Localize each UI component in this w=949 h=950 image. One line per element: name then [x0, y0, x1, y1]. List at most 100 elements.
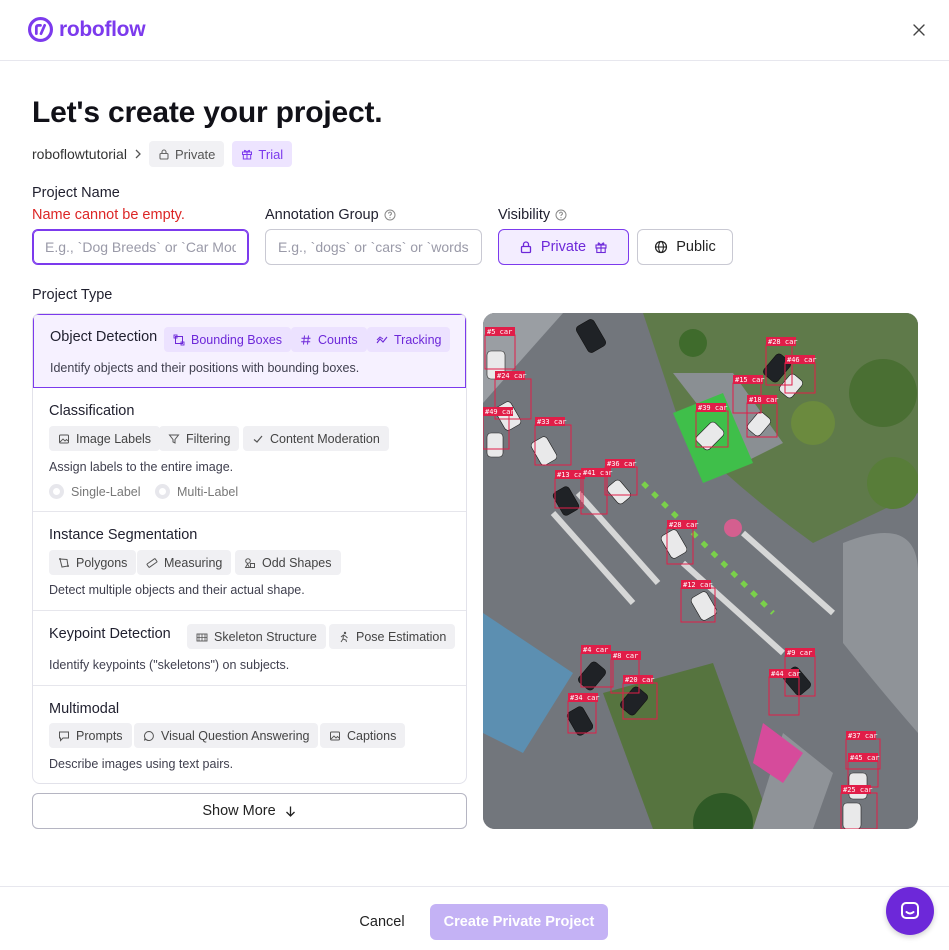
detection-label: #34 car: [570, 694, 600, 702]
tag-label: Filtering: [186, 431, 231, 446]
tag-label: Visual Question Answering: [161, 728, 310, 743]
polygon-icon: [59, 557, 69, 568]
running-person-icon: [340, 631, 348, 642]
aerial-intersection-image: #5 car#24 car#49 car#33 car#13 car#41 ca…: [483, 313, 918, 829]
workspace-link[interactable]: roboflowtutorial: [32, 146, 127, 162]
tag-counts: Counts: [291, 327, 367, 352]
project-type-name: Keypoint Detection: [49, 626, 171, 642]
radio-label: Single-Label: [71, 484, 141, 499]
detection-label: #18 car: [749, 396, 779, 404]
project-type-instance-segmentation[interactable]: Instance Segmentation Polygons Measuring…: [33, 512, 466, 611]
annotation-group-input[interactable]: [265, 229, 482, 265]
project-name-error: Name cannot be empty.: [32, 207, 185, 223]
tag-image-labels: Image Labels: [49, 426, 161, 451]
create-project-button[interactable]: Create Private Project: [430, 904, 608, 940]
project-type-keypoint-detection[interactable]: Keypoint Detection Skeleton Structure Po…: [33, 611, 466, 686]
page-title: Let's create your project.: [32, 96, 383, 129]
detection-label: #39 car: [698, 404, 728, 412]
detection-label: #37 car: [848, 732, 878, 740]
hash-icon: [301, 334, 311, 345]
project-type-classification[interactable]: Classification Image Labels Filtering Co…: [33, 388, 466, 512]
shapes-icon: [244, 557, 255, 568]
roboflow-logo[interactable]: roboflow: [28, 17, 146, 42]
top-bar: roboflow: [0, 0, 949, 61]
brand-name: roboflow: [59, 17, 146, 41]
tracking-icon: [376, 335, 388, 343]
detection-label: #36 car: [607, 460, 637, 468]
project-type-description: Identify keypoints ("skeletons") on subj…: [49, 658, 290, 672]
radio-circle: [155, 484, 170, 499]
chevron-right-icon: [135, 149, 141, 159]
multi-label-radio[interactable]: Multi-Label: [155, 484, 238, 499]
project-name-label: Project Name: [32, 185, 120, 201]
project-type-preview-image: #5 car #24 car #49 car #33 car #13 car #41 ca…: [483, 313, 918, 829]
radio-circle: [49, 484, 64, 499]
detection-label: #41 car: [583, 469, 613, 477]
visibility-label-text: Visibility: [498, 207, 551, 223]
tag-label: Captions: [347, 728, 397, 743]
tag-measuring: Measuring: [137, 550, 232, 575]
detection-label: #45 car: [850, 754, 880, 762]
close-icon[interactable]: [911, 22, 927, 38]
visibility-label: Visibility: [498, 207, 567, 223]
private-badge-label: Private: [174, 146, 216, 162]
show-more-button[interactable]: Show More: [32, 793, 467, 829]
gift-icon: [595, 242, 607, 254]
tag-prompts: Prompts: [49, 723, 132, 748]
visibility-private-button[interactable]: Private: [498, 229, 629, 265]
cancel-button[interactable]: Cancel: [342, 905, 422, 939]
help-icon[interactable]: [555, 209, 567, 221]
tag-odd-shapes: Odd Shapes: [235, 550, 341, 575]
trial-badge-label: Trial: [258, 146, 284, 162]
tag-content-moderation: Content Moderation: [243, 426, 389, 451]
tag-label: Bounding Boxes: [191, 332, 283, 347]
tag-bounding-boxes: Bounding Boxes: [164, 327, 292, 352]
tag-label: Counts: [318, 332, 358, 347]
tag-label: Image Labels: [76, 431, 152, 446]
project-name-input[interactable]: [32, 229, 249, 265]
project-type-name: Multimodal: [49, 701, 120, 717]
detection-label: #33 car: [537, 418, 567, 426]
detection-label: #28 car: [768, 338, 798, 346]
project-type-object-detection[interactable]: Object Detection Bounding Boxes Counts T…: [33, 314, 466, 388]
detection-label: #20 car: [625, 676, 655, 684]
detection-label: #15 car: [735, 376, 765, 384]
tag-polygons: Polygons: [49, 550, 137, 575]
skeleton-icon: [196, 633, 208, 641]
show-more-label: Show More: [202, 803, 276, 819]
support-chat-button[interactable]: [886, 887, 934, 935]
radio-label: Multi-Label: [177, 484, 239, 499]
tag-label: Pose Estimation: [356, 629, 447, 644]
detection-label: #28 car: [669, 521, 699, 529]
tag-filtering: Filtering: [159, 426, 240, 451]
project-type-description: Assign labels to the entire image.: [49, 460, 234, 474]
project-name-label-text: Project Name: [32, 185, 120, 201]
project-type-list: Object Detection Bounding Boxes Counts T…: [32, 313, 467, 784]
tag-label: Measuring: [164, 555, 223, 570]
detection-label: #44 car: [771, 670, 801, 678]
project-type-description: Describe images using text pairs.: [49, 757, 234, 771]
detection-label: #5 car: [487, 328, 512, 336]
project-type-multimodal[interactable]: Multimodal Prompts Visual Question Answe…: [33, 686, 466, 783]
tag-label: Content Moderation: [270, 431, 380, 446]
breadcrumb: roboflowtutorial Private Trial: [32, 141, 300, 167]
help-icon[interactable]: [384, 209, 396, 221]
private-badge: Private: [148, 141, 225, 167]
tag-label: Odd Shapes: [262, 555, 332, 570]
single-label-radio[interactable]: Single-Label: [49, 484, 141, 499]
lock-icon: [520, 241, 532, 254]
project-type-name: Classification: [49, 403, 135, 419]
message-circle-icon: [144, 730, 154, 741]
tag-label: Skeleton Structure: [214, 629, 317, 644]
footer-bar: Cancel Create Private Project: [0, 886, 949, 950]
bounding-box-icon: [173, 334, 185, 345]
roboflow-logo-icon: [28, 17, 53, 42]
globe-icon: [655, 240, 668, 254]
arrow-down-icon: [285, 806, 295, 817]
detection-label: #25 car: [843, 786, 873, 794]
tag-visual-question-answering: Visual Question Answering: [134, 723, 319, 748]
visibility-public-button[interactable]: Public: [637, 229, 733, 265]
project-type-name: Object Detection: [50, 329, 158, 345]
detection-label: #49 car: [485, 408, 515, 416]
detection-label: #4 car: [583, 646, 608, 654]
